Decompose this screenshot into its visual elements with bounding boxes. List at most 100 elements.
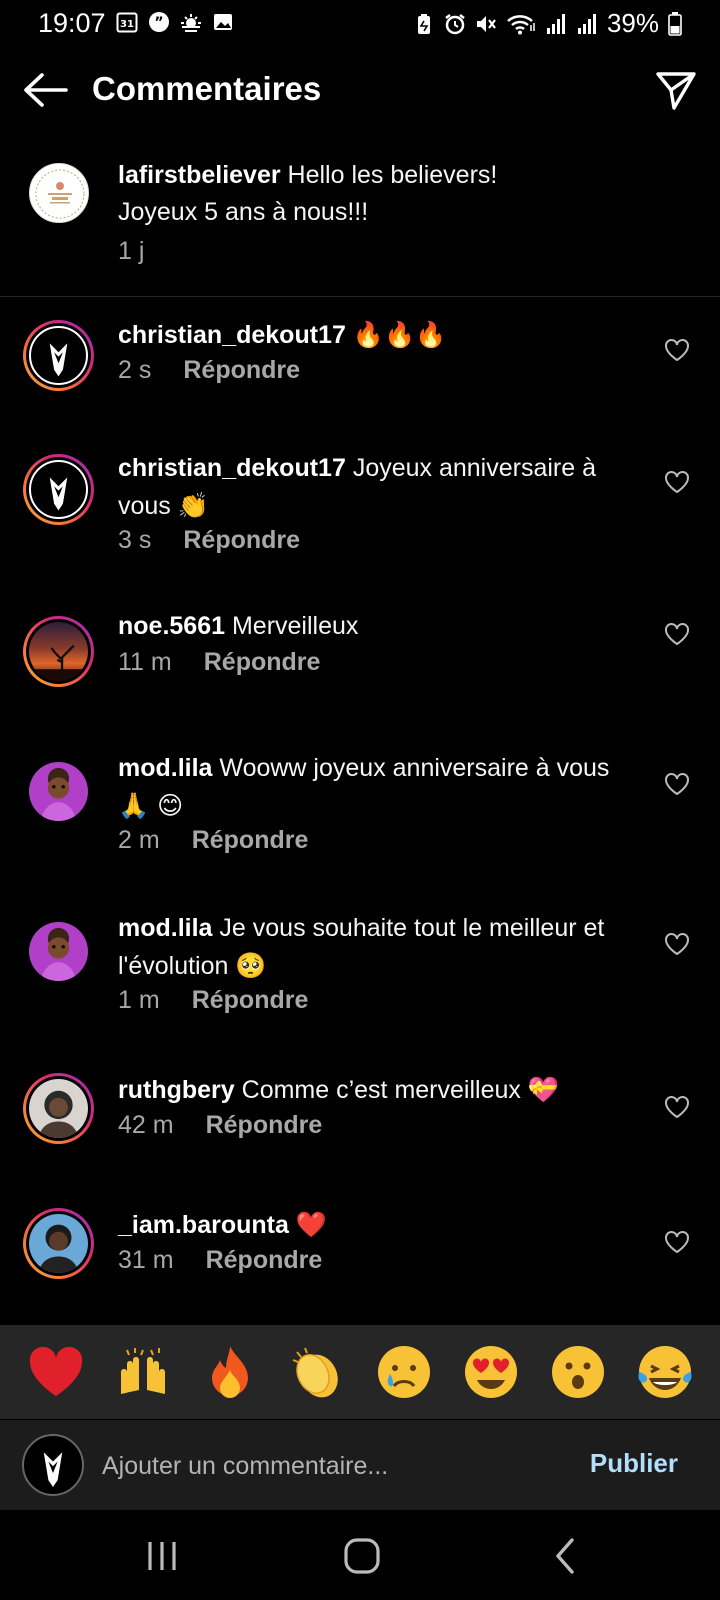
caption-text: lafirstbeliever Hello les believers! Joy… xyxy=(118,157,678,231)
status-right-icons: 39% xyxy=(413,8,682,39)
comment-item: christian_dekout17 Joyeux anniversaire à… xyxy=(0,450,720,580)
reaction-sad[interactable] xyxy=(373,1341,435,1403)
avatar[interactable] xyxy=(23,320,94,391)
heart-icon[interactable] xyxy=(664,1095,690,1119)
comment-username[interactable]: ruthgbery xyxy=(118,1076,235,1104)
tuxedo-avatar-icon xyxy=(43,1452,63,1488)
reply-button[interactable]: Répondre xyxy=(192,986,309,1015)
quick-reactions-bar xyxy=(0,1325,720,1419)
comment-text: _iam.barounta ❤️ xyxy=(118,1206,633,1244)
clapping-hands-icon xyxy=(292,1347,338,1398)
comment-time: 1 m xyxy=(118,986,160,1014)
publish-button[interactable]: Publier xyxy=(590,1448,678,1479)
divider xyxy=(0,296,720,297)
my-avatar xyxy=(22,1434,84,1496)
reply-button[interactable]: Répondre xyxy=(206,1111,323,1140)
reply-button[interactable]: Répondre xyxy=(183,356,300,385)
comment-username[interactable]: _iam.barounta xyxy=(118,1211,289,1239)
comment-time: 3 s xyxy=(118,526,152,554)
surprised-face-icon xyxy=(551,1346,604,1398)
status-time: 19:07 xyxy=(38,8,106,38)
arrow-left-icon[interactable] xyxy=(22,70,68,110)
battery-percent: 39% xyxy=(606,8,659,38)
tuxedo-avatar-icon xyxy=(49,343,68,377)
recent-apps-icon[interactable] xyxy=(142,1536,182,1576)
comment-meta: 2 s Répondre xyxy=(118,356,300,385)
header: Commentaires xyxy=(0,56,720,126)
reaction-heart-eyes[interactable] xyxy=(460,1341,522,1403)
comment-emoji: 👏 xyxy=(177,491,209,520)
heart-icon[interactable] xyxy=(664,470,690,494)
caption-line2: Joyeux 5 ans à nous!!! xyxy=(118,198,369,226)
avatar[interactable] xyxy=(23,756,94,827)
tuxedo-avatar-icon xyxy=(49,477,68,511)
comment-item: noe.5661 Merveilleux 11 m Répondre xyxy=(0,608,720,708)
avatar[interactable] xyxy=(23,616,94,687)
comment-text: christian_dekout17 Joyeux anniversaire à… xyxy=(118,454,597,520)
comment-meta: 42 m Répondre xyxy=(118,1111,322,1140)
heart-icon[interactable] xyxy=(664,1230,690,1254)
tears-of-joy-icon xyxy=(637,1346,692,1398)
heart-icon[interactable] xyxy=(664,622,690,646)
comment-meta: 31 m Répondre xyxy=(118,1246,322,1275)
comment-emoji: 🥺 xyxy=(235,951,267,980)
comment-username[interactable]: noe.5661 xyxy=(118,612,225,640)
reaction-raising-hands[interactable] xyxy=(112,1341,174,1403)
avatar[interactable] xyxy=(23,454,94,525)
post-caption: lafirstbeliever Hello les believers! Joy… xyxy=(0,155,720,297)
comment-text: christian_dekout17 🔥🔥🔥 xyxy=(118,316,633,354)
home-icon[interactable] xyxy=(342,1536,382,1576)
memoji-avatar-icon xyxy=(40,927,77,981)
reply-button[interactable]: Répondre xyxy=(206,1246,323,1275)
comment-username[interactable]: mod.lila xyxy=(118,914,212,942)
comment-time: 31 m xyxy=(118,1246,174,1274)
status-bar: 19:07 31 ” 39% xyxy=(0,0,720,48)
comment-time: 2 m xyxy=(118,826,160,854)
fire-icon xyxy=(211,1346,248,1398)
back-nav-icon[interactable] xyxy=(546,1536,586,1576)
avatar[interactable] xyxy=(23,1208,94,1279)
memoji-avatar-icon xyxy=(40,767,77,821)
caption-line1: Hello les believers! xyxy=(287,161,498,189)
screen: 19:07 31 ” 39% Commentaires lafirstbelie… xyxy=(0,0,720,1600)
comment-time: 2 s xyxy=(118,356,152,384)
calendar-icon: 31 xyxy=(116,12,138,33)
comment-username[interactable]: christian_dekout17 xyxy=(118,321,346,349)
comment-meta: 1 m Répondre xyxy=(118,986,308,1015)
person-photo-icon xyxy=(38,1090,79,1138)
paper-plane-icon[interactable] xyxy=(654,68,698,112)
avatar[interactable] xyxy=(23,916,94,987)
heart-icon[interactable] xyxy=(664,932,690,956)
comment-input[interactable] xyxy=(102,1448,562,1484)
wifi-icon xyxy=(507,14,535,34)
weather-icon xyxy=(181,14,201,32)
alarm-icon xyxy=(445,13,465,34)
image-icon xyxy=(214,14,232,30)
signal-icon-2 xyxy=(577,13,596,34)
comment-emoji: 🙏 😊 xyxy=(118,791,184,820)
reply-button[interactable]: Répondre xyxy=(183,526,300,555)
reaction-fire[interactable] xyxy=(199,1341,261,1403)
battery-icon xyxy=(668,11,682,36)
avatar[interactable] xyxy=(23,1073,94,1144)
reaction-heart[interactable] xyxy=(25,1341,87,1403)
mute-icon xyxy=(476,15,496,32)
comment-item: mod.lila Je vous souhaite tout le meille… xyxy=(0,910,720,1040)
comment-item: christian_dekout17 🔥🔥🔥 2 s Répondre xyxy=(0,316,720,426)
comment-username[interactable]: mod.lila xyxy=(118,754,212,782)
status-left-icons: 31 ” xyxy=(116,11,234,33)
heart-icon[interactable] xyxy=(664,772,690,796)
reaction-clap[interactable] xyxy=(286,1341,348,1403)
caption-avatar[interactable] xyxy=(29,163,89,223)
reply-button[interactable]: Répondre xyxy=(204,648,321,677)
reply-button[interactable]: Répondre xyxy=(192,826,309,855)
reaction-laugh[interactable] xyxy=(634,1341,696,1403)
heart-icon[interactable] xyxy=(664,338,690,362)
comment-meta: 11 m Répondre xyxy=(118,648,320,677)
brand-logo-icon xyxy=(35,169,85,219)
caption-username[interactable]: lafirstbeliever xyxy=(118,161,281,189)
system-nav-bar xyxy=(0,1510,720,1600)
reaction-wow[interactable] xyxy=(547,1341,609,1403)
comment-username[interactable]: christian_dekout17 xyxy=(118,454,346,482)
sunset-tree-icon xyxy=(29,644,88,681)
